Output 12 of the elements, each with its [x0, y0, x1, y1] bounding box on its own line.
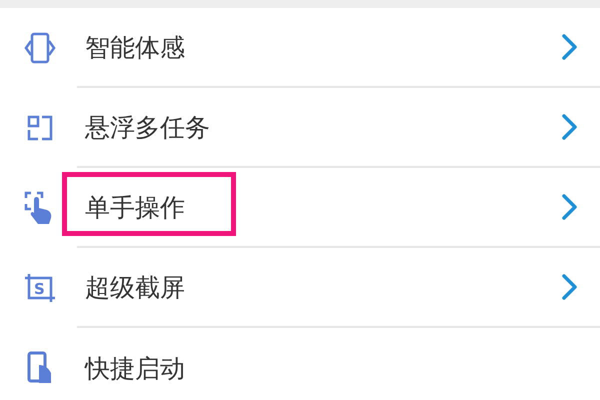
- settings-row[interactable]: 智能体感: [0, 8, 600, 88]
- setting-label: 超级截屏: [85, 272, 185, 304]
- setting-label: 智能体感: [85, 32, 185, 64]
- setting-label: 悬浮多任务: [85, 112, 210, 144]
- settings-row[interactable]: 快捷启动: [0, 328, 600, 400]
- settings-row[interactable]: 悬浮多任务: [0, 88, 600, 168]
- rotate-icon: [22, 31, 56, 65]
- setting-label: 快捷启动: [85, 352, 185, 384]
- settings-row[interactable]: S 超级截屏: [0, 248, 600, 328]
- settings-row[interactable]: 单手操作: [0, 168, 600, 248]
- windows-icon: [26, 114, 54, 142]
- setting-label: 单手操作: [85, 192, 185, 224]
